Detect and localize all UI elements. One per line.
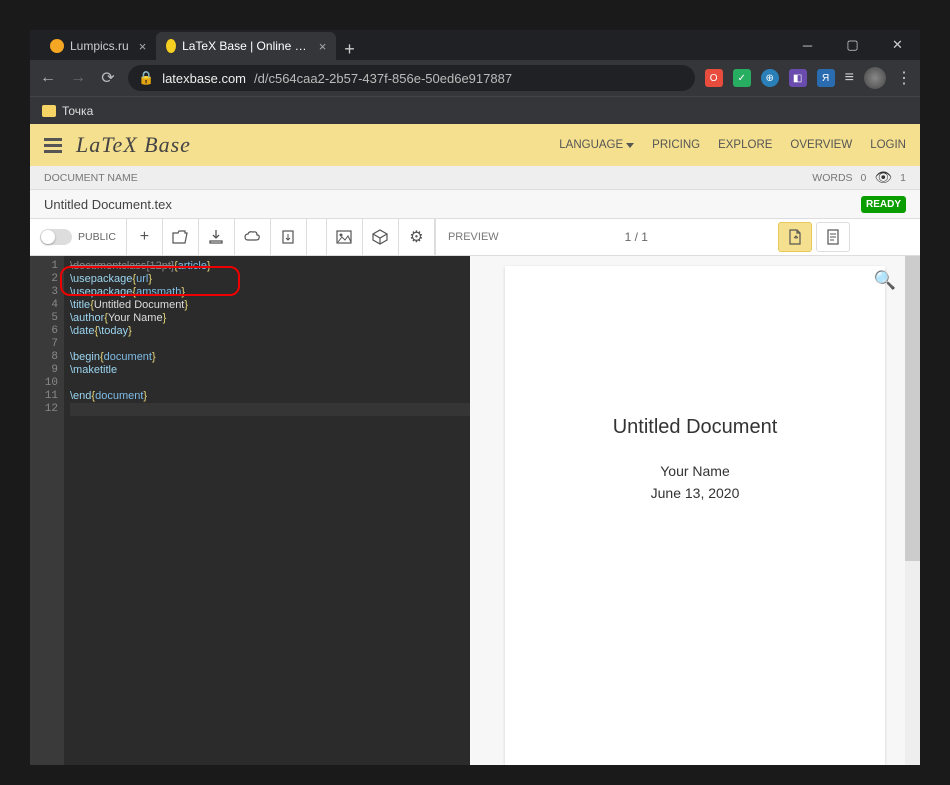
settings-button[interactable]: ⚙ xyxy=(399,218,435,256)
reload-button[interactable]: ⟳ xyxy=(98,68,118,88)
scrollbar[interactable] xyxy=(905,256,920,765)
line-gutter: 123456789101112 xyxy=(30,256,64,765)
image-button[interactable] xyxy=(327,218,363,256)
header-nav: LANGUAGE PRICING EXPLORE OVERVIEW LOGIN xyxy=(559,139,906,151)
menu-button[interactable] xyxy=(44,138,62,153)
code-line[interactable]: \maketitle xyxy=(70,364,464,377)
back-button[interactable]: ← xyxy=(38,69,58,87)
url-path: /d/c564caa2-2b57-437f-856e-50ed6e917887 xyxy=(254,71,512,86)
browser-tab-active[interactable]: LaTeX Base | Online LaTeX Editor × xyxy=(156,32,336,60)
extension-icon[interactable]: ◧ xyxy=(789,69,807,87)
export-button[interactable] xyxy=(271,218,307,256)
lock-icon: 🔒 xyxy=(138,70,154,86)
profile-avatar[interactable] xyxy=(864,67,886,89)
preview-date: June 13, 2020 xyxy=(525,485,865,501)
nav-language[interactable]: LANGUAGE xyxy=(559,139,634,151)
minimize-button[interactable]: ─ xyxy=(785,30,830,60)
main-area: 123456789101112 \documentclass[12pt]{art… xyxy=(30,256,920,765)
filename-input[interactable]: Untitled Document.tex xyxy=(44,197,172,212)
preview-page: Untitled Document Your Name June 13, 202… xyxy=(505,266,885,765)
page-indicator: 1 / 1 xyxy=(499,230,774,244)
eye-icon: 👁 xyxy=(874,169,892,186)
public-label: PUBLIC xyxy=(78,231,116,243)
document-meta-bar: DOCUMENT NAME WORDS 0 👁 1 xyxy=(30,166,920,190)
app-header: LaTeX Base LANGUAGE PRICING EXPLORE OVER… xyxy=(30,124,920,166)
code-line[interactable]: \author{Your Name} xyxy=(70,312,464,325)
maximize-button[interactable]: ▢ xyxy=(830,30,875,60)
public-toggle[interactable] xyxy=(40,229,72,245)
new-file-button[interactable]: + xyxy=(127,218,163,256)
download-button[interactable] xyxy=(199,218,235,256)
window-controls: ─ ▢ ✕ xyxy=(785,30,920,60)
code-line[interactable]: \title{Untitled Document} xyxy=(70,299,464,312)
code-line[interactable]: \begin{document} xyxy=(70,351,464,364)
open-button[interactable] xyxy=(163,218,199,256)
code-line[interactable]: \date{\today} xyxy=(70,325,464,338)
tab-favicon xyxy=(166,39,176,53)
bookmark-item[interactable]: Точка xyxy=(62,104,93,118)
views-count: 1 xyxy=(900,172,906,184)
browser-window: Lumpics.ru × LaTeX Base | Online LaTeX E… xyxy=(30,30,920,765)
app-brand: LaTeX Base xyxy=(76,132,191,158)
preview-pane: 🔍 Untitled Document Your Name June 13, 2… xyxy=(470,256,920,765)
folder-icon xyxy=(42,105,56,117)
extension-icon[interactable]: O xyxy=(705,69,723,87)
close-button[interactable]: ✕ xyxy=(875,30,920,60)
nav-pricing[interactable]: PRICING xyxy=(652,139,700,151)
forward-button[interactable]: → xyxy=(68,69,88,87)
extension-icon[interactable]: ✓ xyxy=(733,69,751,87)
close-icon[interactable]: × xyxy=(139,39,147,54)
docname-label: DOCUMENT NAME xyxy=(44,172,138,184)
code-editor[interactable]: 123456789101112 \documentclass[12pt]{art… xyxy=(30,256,470,765)
nav-explore[interactable]: EXPLORE xyxy=(718,139,772,151)
code-line[interactable] xyxy=(70,338,464,351)
words-count: 0 xyxy=(861,172,867,184)
new-tab-button[interactable]: + xyxy=(336,39,363,60)
extensions-area: O ✓ ⊕ ◧ Я ≡ ⋮ xyxy=(705,67,912,89)
package-button[interactable] xyxy=(363,218,399,256)
code-content[interactable]: \documentclass[12pt]{article}\usepackage… xyxy=(64,256,470,765)
zoom-out-icon[interactable]: 🔍 xyxy=(874,270,896,291)
bookmarks-bar: Точка xyxy=(30,96,920,124)
cloud-button[interactable] xyxy=(235,218,271,256)
code-line[interactable]: \usepackage{amsmath} xyxy=(70,286,464,299)
status-badge: READY xyxy=(861,196,906,213)
preview-label: PREVIEW xyxy=(448,231,499,243)
words-label: WORDS xyxy=(812,172,852,184)
close-icon[interactable]: × xyxy=(319,39,327,54)
url-domain: latexbase.com xyxy=(162,71,246,86)
kebab-icon[interactable]: ⋮ xyxy=(896,68,912,88)
url-input[interactable]: 🔒 latexbase.com/d/c564caa2-2b57-437f-856… xyxy=(128,65,695,91)
code-line[interactable]: \documentclass[12pt]{article} xyxy=(70,260,464,273)
nav-overview[interactable]: OVERVIEW xyxy=(790,139,852,151)
extension-icon[interactable]: ⊕ xyxy=(761,69,779,87)
browser-titlebar: Lumpics.ru × LaTeX Base | Online LaTeX E… xyxy=(30,30,920,60)
code-line[interactable]: \end{document} xyxy=(70,390,464,403)
pdf-view-button[interactable] xyxy=(778,222,812,252)
tab-title: Lumpics.ru xyxy=(70,39,129,53)
extension-icon[interactable]: Я xyxy=(817,69,835,87)
preview-title: Untitled Document xyxy=(525,416,865,439)
menu-icon[interactable]: ≡ xyxy=(845,69,854,87)
nav-login[interactable]: LOGIN xyxy=(870,139,906,151)
browser-tab[interactable]: Lumpics.ru × xyxy=(40,32,156,60)
toolbar: PUBLIC + ⚙ PREVIEW 1 / 1 xyxy=(30,218,920,256)
code-line[interactable] xyxy=(70,403,464,416)
filename-bar: Untitled Document.tex READY xyxy=(30,190,920,218)
code-line[interactable] xyxy=(70,377,464,390)
code-line[interactable]: \usepackage{url} xyxy=(70,273,464,286)
address-bar: ← → ⟳ 🔒 latexbase.com/d/c564caa2-2b57-43… xyxy=(30,60,920,96)
tab-favicon xyxy=(50,39,64,53)
tab-title: LaTeX Base | Online LaTeX Editor xyxy=(182,39,309,53)
preview-author: Your Name xyxy=(525,463,865,479)
browser-tabs: Lumpics.ru × LaTeX Base | Online LaTeX E… xyxy=(30,30,363,60)
chevron-down-icon xyxy=(626,143,634,148)
doc-view-button[interactable] xyxy=(816,222,850,252)
